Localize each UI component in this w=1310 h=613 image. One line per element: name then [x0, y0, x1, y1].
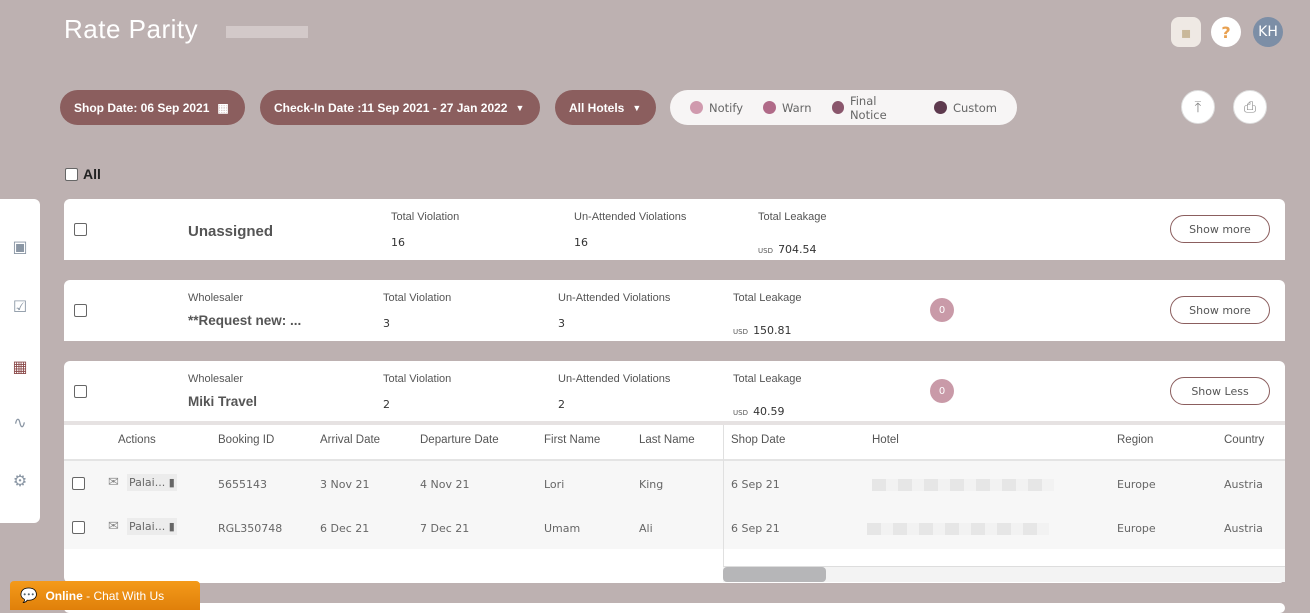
- leakage-value: USD 150.81: [733, 324, 792, 337]
- email-icon[interactable]: ✉: [108, 519, 119, 534]
- checkin-date-label: Check-In Date :11 Sep 2021 - 27 Jan 2022: [274, 100, 508, 115]
- col-actions: Actions: [118, 434, 156, 446]
- trash-icon: ▮: [168, 476, 175, 489]
- unattended-label: Un-Attended Violations: [574, 211, 687, 223]
- leakage-label: Total Leakage: [733, 373, 802, 385]
- card-checkbox[interactable]: [74, 304, 87, 317]
- col-country[interactable]: Country: [1224, 434, 1264, 446]
- app-logo: Rate Parity: [64, 14, 199, 44]
- feedback-icon[interactable]: ▪: [1171, 17, 1201, 47]
- action-chip[interactable]: Palai... ▮: [127, 518, 177, 535]
- count-badge: 0: [930, 379, 954, 403]
- col-hotel[interactable]: Hotel: [872, 434, 899, 446]
- legend-notify: Notify: [690, 101, 743, 115]
- help-icon[interactable]: ?: [1211, 17, 1241, 47]
- count-badge: 0: [930, 298, 954, 322]
- group-card-request-new: Wholesaler **Request new: ... Total Viol…: [64, 280, 1285, 341]
- shop-date-label: Shop Date: 06 Sep 2021: [74, 100, 210, 115]
- action-chip[interactable]: Palai... ▮: [127, 474, 177, 491]
- caret-down-icon: ▼: [632, 102, 642, 113]
- col-first-name[interactable]: First Name: [544, 434, 600, 446]
- legend: Notify Warn Final Notice Custom: [670, 90, 1017, 125]
- scrollbar-thumb[interactable]: [723, 567, 826, 582]
- clipboard-icon[interactable]: ☑: [10, 297, 30, 317]
- col-arrival-date[interactable]: Arrival Date: [320, 434, 380, 446]
- group-card-miki-travel: Wholesaler Miki Travel Total Violation 2…: [64, 361, 1285, 583]
- group-card-next: [64, 603, 1285, 613]
- total-violation-label: Total Violation: [391, 211, 460, 223]
- wholesaler-label: Wholesaler: [188, 292, 244, 304]
- show-more-button[interactable]: Show more: [1170, 296, 1270, 324]
- leakage-value: USD 40.59: [733, 405, 785, 418]
- hotels-label: All Hotels: [569, 100, 625, 115]
- hotels-dropdown[interactable]: All Hotels ▼: [555, 90, 656, 125]
- unattended-value: 3: [558, 317, 565, 330]
- legend-custom: Custom: [933, 101, 997, 115]
- redacted-hotel: [872, 479, 1054, 491]
- card-checkbox[interactable]: [74, 385, 87, 398]
- group-card-unassigned: Unassigned Total Violation 16 Un-Attende…: [64, 199, 1285, 260]
- redacted-hotel: [867, 523, 1049, 535]
- total-violation-label: Total Violation: [383, 292, 452, 304]
- pdf-export-icon[interactable]: ⎙: [1233, 90, 1267, 124]
- total-violation-value: 3: [383, 317, 390, 330]
- total-violation-value: 2: [383, 398, 390, 411]
- trash-icon: ▮: [168, 520, 175, 533]
- total-violation-label: Total Violation: [383, 373, 452, 385]
- select-all[interactable]: All: [65, 166, 101, 182]
- upload-icon[interactable]: ⤒: [1181, 90, 1215, 124]
- avatar[interactable]: KH: [1253, 17, 1283, 47]
- col-booking-id[interactable]: Booking ID: [218, 434, 274, 446]
- shop-date-picker[interactable]: Shop Date: 06 Sep 2021 ▦: [60, 90, 245, 125]
- col-last-name[interactable]: Last Name: [639, 434, 695, 446]
- group-name: Miki Travel: [188, 394, 258, 409]
- sidebar: ▣ ☑ ▦ ∿ ⚙: [0, 199, 40, 523]
- show-less-button[interactable]: Show Less: [1170, 377, 1270, 405]
- group-name: Unassigned: [188, 223, 274, 240]
- calendar-clock-icon[interactable]: ▦: [10, 357, 30, 377]
- checkin-date-dropdown[interactable]: Check-In Date :11 Sep 2021 - 27 Jan 2022…: [260, 90, 540, 125]
- chat-widget[interactable]: 💬 Online - Chat With Us: [10, 581, 200, 610]
- calendar-icon: ▦: [217, 100, 229, 115]
- leakage-value: USD 704.54: [758, 243, 817, 256]
- unattended-label: Un-Attended Violations: [558, 373, 671, 385]
- leakage-label: Total Leakage: [733, 292, 802, 304]
- wholesaler-label: Wholesaler: [188, 373, 244, 385]
- card-checkbox[interactable]: [74, 223, 87, 236]
- settings-icon[interactable]: ⚙: [10, 471, 30, 491]
- group-name: **Request new: ...: [188, 313, 302, 328]
- legend-final-notice: Final Notice: [831, 94, 914, 122]
- leakage-label: Total Leakage: [758, 211, 827, 223]
- caret-down-icon: ▼: [515, 102, 525, 113]
- redacted-text: [226, 26, 308, 38]
- unattended-label: Un-Attended Violations: [558, 292, 671, 304]
- show-more-button[interactable]: Show more: [1170, 215, 1270, 243]
- unattended-value: 16: [574, 236, 588, 249]
- col-departure-date[interactable]: Departure Date: [420, 434, 499, 446]
- col-shop-date[interactable]: Shop Date: [731, 434, 785, 446]
- total-violation-value: 16: [391, 236, 405, 249]
- email-icon[interactable]: ✉: [108, 475, 119, 490]
- row-checkbox[interactable]: [72, 521, 85, 534]
- row-checkbox[interactable]: [72, 477, 85, 490]
- horizontal-scrollbar[interactable]: [723, 566, 1285, 582]
- col-region[interactable]: Region: [1117, 434, 1153, 446]
- dashboard-icon[interactable]: ▣: [10, 237, 30, 257]
- chat-bubble-icon: 💬: [20, 587, 38, 603]
- legend-warn: Warn: [763, 101, 812, 115]
- network-icon[interactable]: ∿: [10, 413, 30, 433]
- unattended-value: 2: [558, 398, 565, 411]
